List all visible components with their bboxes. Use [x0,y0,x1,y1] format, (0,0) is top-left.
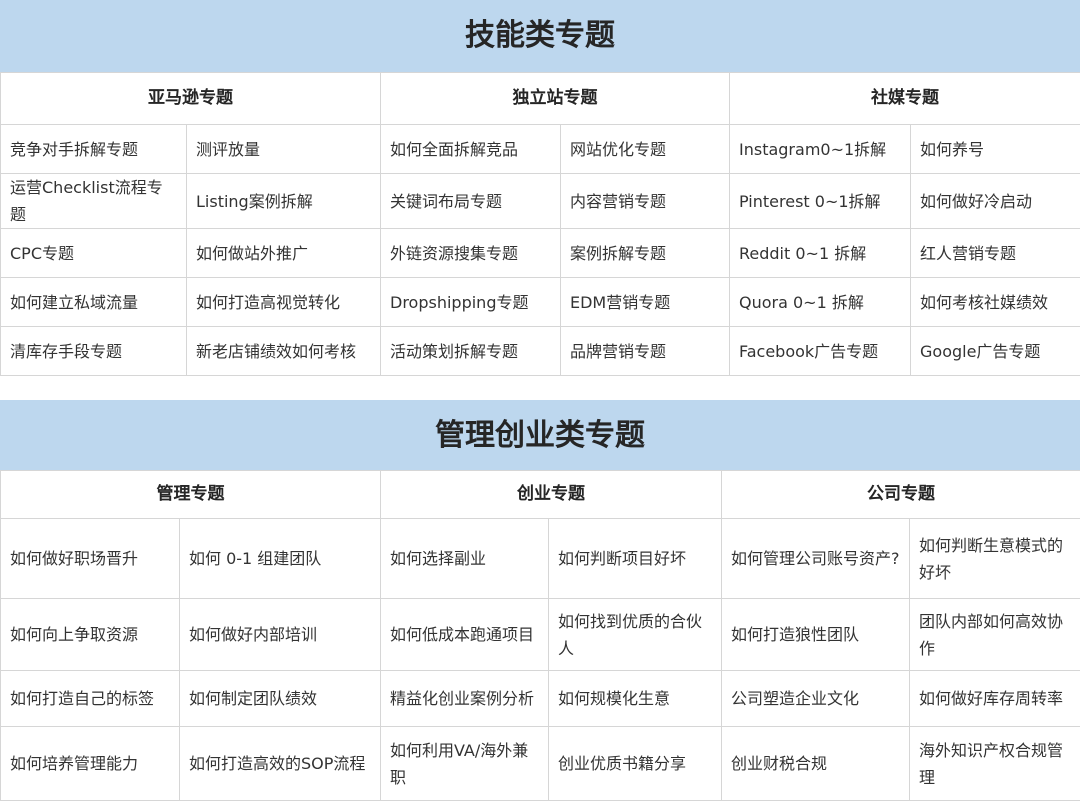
table-cell: Google广告专题 [910,326,1080,376]
table-cell: 海外知识产权合规管理 [909,726,1080,801]
table-cell: EDM营销专题 [560,277,730,327]
table-cell: 内容营销专题 [560,173,730,229]
table-row: CPC专题 如何做站外推广 外链资源搜集专题 案例拆解专题 Reddit 0~1… [0,228,1080,278]
table-cell: 如何利用VA/海外兼职 [380,726,549,801]
table-cell: 如何判断项目好坏 [548,518,722,599]
table-cell: 创业财税合规 [721,726,910,801]
table-cell: 如何 0-1 组建团队 [179,518,381,599]
table-cell: CPC专题 [0,228,187,278]
table-cell: 如何管理公司账号资产? [721,518,910,599]
header-startup: 创业专题 [380,470,722,519]
table-cell: Facebook广告专题 [729,326,911,376]
table-cell: Listing案例拆解 [186,173,381,229]
table-cell: 如何找到优质的合伙人 [548,598,722,671]
table-cell: 如何全面拆解竞品 [380,124,561,174]
table-row: 清库存手段专题 新老店铺绩效如何考核 活动策划拆解专题 品牌营销专题 Faceb… [0,326,1080,376]
table-cell: 如何打造狼性团队 [721,598,910,671]
table-row: 运营Checklist流程专题 Listing案例拆解 关键词布局专题 内容营销… [0,173,1080,229]
header-independent-site: 独立站专题 [380,72,730,125]
management-section: 管理创业类专题 管理专题 创业专题 公司专题 如何做好职场晋升 如何 0-1 组… [0,400,1080,801]
header-company: 公司专题 [721,470,1080,519]
table-cell: 创业优质书籍分享 [548,726,722,801]
table-cell: 测评放量 [186,124,381,174]
table-cell: 如何做好冷启动 [910,173,1080,229]
table-cell: 如何养号 [910,124,1080,174]
table-cell: 运营Checklist流程专题 [0,173,187,229]
table-cell: 如何打造高效的SOP流程 [179,726,381,801]
table-cell: 红人营销专题 [910,228,1080,278]
table-cell: 如何考核社媒绩效 [910,277,1080,327]
table-cell: Dropshipping专题 [380,277,561,327]
table-cell: 如何打造高视觉转化 [186,277,381,327]
table-cell: 如何做站外推广 [186,228,381,278]
table-cell: 品牌营销专题 [560,326,730,376]
table-cell: 如何建立私域流量 [0,277,187,327]
table-cell: 如何做好库存周转率 [909,670,1080,727]
table-cell: Instagram0~1拆解 [729,124,911,174]
management-table: 管理专题 创业专题 公司专题 如何做好职场晋升 如何 0-1 组建团队 如何选择… [0,470,1080,801]
skills-section: 技能类专题 亚马逊专题 独立站专题 社媒专题 竞争对手拆解专题 测评放量 如何全… [0,0,1080,376]
table-cell: 如何向上争取资源 [0,598,180,671]
management-section-title: 管理创业类专题 [0,400,1080,470]
table-cell: 公司塑造企业文化 [721,670,910,727]
table-cell: 网站优化专题 [560,124,730,174]
table-row: 如何培养管理能力 如何打造高效的SOP流程 如何利用VA/海外兼职 创业优质书籍… [0,726,1080,801]
table-cell: 活动策划拆解专题 [380,326,561,376]
table-cell: 如何制定团队绩效 [179,670,381,727]
table-row: 如何向上争取资源 如何做好内部培训 如何低成本跑通项目 如何找到优质的合伙人 如… [0,598,1080,671]
table-cell: 清库存手段专题 [0,326,187,376]
skills-header-row: 亚马逊专题 独立站专题 社媒专题 [0,72,1080,125]
management-header-row: 管理专题 创业专题 公司专题 [0,470,1080,519]
table-cell: 如何选择副业 [380,518,549,599]
table-cell: 如何低成本跑通项目 [380,598,549,671]
table-row: 竞争对手拆解专题 测评放量 如何全面拆解竞品 网站优化专题 Instagram0… [0,124,1080,174]
table-cell: Reddit 0~1 拆解 [729,228,911,278]
table-cell: 关键词布局专题 [380,173,561,229]
table-cell: 竞争对手拆解专题 [0,124,187,174]
table-row: 如何做好职场晋升 如何 0-1 组建团队 如何选择副业 如何判断项目好坏 如何管… [0,518,1080,599]
table-row: 如何建立私域流量 如何打造高视觉转化 Dropshipping专题 EDM营销专… [0,277,1080,327]
header-amazon: 亚马逊专题 [0,72,381,125]
skills-table: 亚马逊专题 独立站专题 社媒专题 竞争对手拆解专题 测评放量 如何全面拆解竞品 … [0,72,1080,376]
table-cell: 如何培养管理能力 [0,726,180,801]
table-cell: 如何打造自己的标签 [0,670,180,727]
table-cell: 如何做好内部培训 [179,598,381,671]
table-cell: Quora 0~1 拆解 [729,277,911,327]
table-cell: 如何做好职场晋升 [0,518,180,599]
table-cell: 如何规模化生意 [548,670,722,727]
skills-section-title: 技能类专题 [0,0,1080,72]
table-cell: 如何判断生意模式的好坏 [909,518,1080,599]
table-cell: Pinterest 0~1拆解 [729,173,911,229]
table-cell: 案例拆解专题 [560,228,730,278]
table-row: 如何打造自己的标签 如何制定团队绩效 精益化创业案例分析 如何规模化生意 公司塑… [0,670,1080,727]
header-social-media: 社媒专题 [729,72,1080,125]
table-cell: 新老店铺绩效如何考核 [186,326,381,376]
header-management: 管理专题 [0,470,381,519]
table-cell: 团队内部如何高效协作 [909,598,1080,671]
table-cell: 外链资源搜集专题 [380,228,561,278]
table-cell: 精益化创业案例分析 [380,670,549,727]
